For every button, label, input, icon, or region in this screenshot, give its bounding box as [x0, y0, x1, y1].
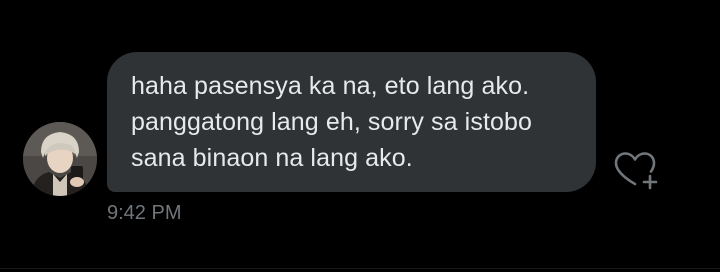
message-text-line-2: panggatong lang eh, sorry sa istobo — [131, 108, 532, 136]
message-text-line-1: haha pasensya ka na, eto lang ako. — [131, 72, 530, 100]
heart-plus-icon — [614, 152, 658, 190]
avatar[interactable] — [23, 122, 97, 196]
message-bubble[interactable]: haha pasensya ka na, eto lang ako. pangg… — [107, 52, 596, 192]
message-row: haha pasensya ka na, eto lang ako. pangg… — [0, 0, 720, 272]
react-button[interactable] — [612, 150, 662, 192]
avatar-image — [23, 122, 97, 196]
message-text-line-3: sana binaon na lang ako. — [131, 144, 413, 172]
divider — [0, 268, 720, 269]
message-timestamp: 9:42 PM — [107, 202, 182, 224]
